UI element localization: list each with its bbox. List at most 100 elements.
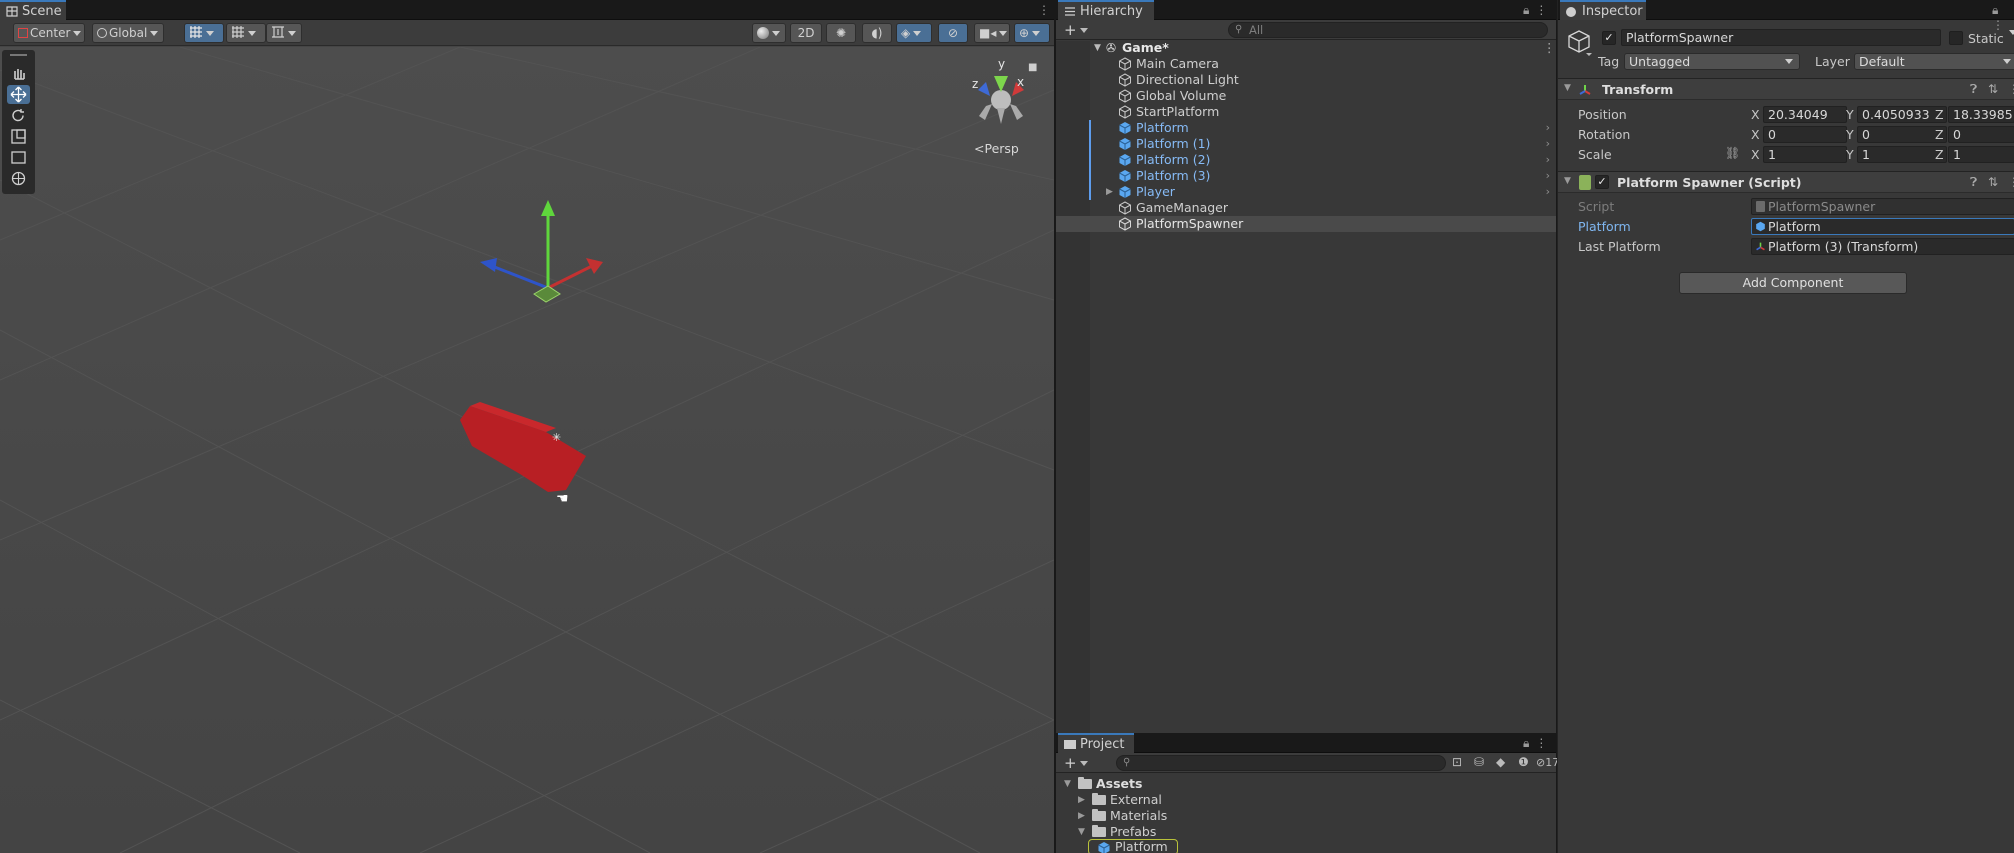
pivot-mode-dropdown[interactable]: Center: [13, 23, 85, 43]
tag-icon[interactable]: ◆: [1496, 755, 1505, 769]
scene-expand-arrow[interactable]: ▼: [1094, 40, 1101, 56]
collapse-arrow-icon[interactable]: ▼: [1564, 176, 1571, 186]
scene-menu-icon[interactable]: ⋮: [1543, 40, 1556, 56]
project-menu-icon[interactable]: ⋮: [1535, 736, 1553, 750]
hierarchy-search-input[interactable]: ⚲ All: [1228, 22, 1548, 38]
transform-header[interactable]: ▼ Transform ❓︎ ⇅ ⋮: [1558, 78, 2014, 100]
scale-z-field[interactable]: 1: [1948, 146, 2014, 163]
gizmos-dropdown[interactable]: ⊕: [1014, 23, 1050, 43]
add-component-button[interactable]: Add Component: [1679, 272, 1907, 294]
hand-tool-button[interactable]: [7, 64, 30, 83]
static-checkbox[interactable]: [1949, 31, 1963, 45]
chevron-right-icon[interactable]: ›: [1546, 184, 1550, 200]
rotation-z-field[interactable]: 0: [1948, 126, 2014, 143]
project-item-prefabs[interactable]: ▼ Prefabs: [1056, 824, 1356, 840]
chevron-right-icon[interactable]: ›: [1546, 120, 1550, 136]
expand-arrow-icon[interactable]: ▶: [1078, 792, 1085, 808]
chevron-right-icon[interactable]: ›: [1546, 136, 1550, 152]
move-tool-button[interactable]: [7, 85, 30, 104]
hierarchy-lock-menu[interactable]: 🔒︎⋮: [1523, 3, 1553, 18]
help-icon[interactable]: ❓︎: [1970, 82, 1977, 97]
scale-x-field[interactable]: 1: [1763, 146, 1847, 163]
lock-icon[interactable]: 🔒︎: [1992, 3, 2004, 17]
hierarchy-item-platform-1[interactable]: Platform (1) ›: [1056, 136, 1556, 152]
inspector-lock-menu[interactable]: 🔒︎⋮: [1992, 3, 2014, 32]
hierarchy-item-platform-2[interactable]: Platform (2) ›: [1056, 152, 1556, 168]
tab-hierarchy[interactable]: Hierarchy: [1058, 0, 1154, 20]
collapse-arrow-icon[interactable]: ▼: [1564, 83, 1571, 93]
hierarchy-item-global-volume[interactable]: Global Volume: [1056, 88, 1556, 104]
component-menu-icon[interactable]: ⋮: [2008, 175, 2014, 189]
hierarchy-item-directional-light[interactable]: Directional Light: [1056, 72, 1556, 88]
scene-visibility-toggle[interactable]: ⊘: [938, 23, 968, 43]
expand-arrow-icon[interactable]: ▶: [1078, 808, 1085, 824]
chevron-right-icon[interactable]: ›: [1546, 152, 1550, 168]
tools-drag-handle[interactable]: [10, 54, 27, 56]
hierarchy-menu-icon[interactable]: ⋮: [1535, 3, 1553, 17]
project-item-external[interactable]: ▶ External: [1056, 792, 1356, 808]
inspector-menu-icon[interactable]: ⋮: [1992, 18, 2010, 32]
tag-dropdown[interactable]: Untagged: [1624, 53, 1800, 70]
hierarchy-item-player[interactable]: ▶ Player ›: [1056, 184, 1556, 200]
spawner-enabled-checkbox[interactable]: ✓: [1595, 175, 1609, 189]
scene-viewport[interactable]: ✳ y x z ■ ☚: [0, 47, 1054, 853]
expand-arrow-icon[interactable]: ▼: [1064, 776, 1071, 792]
static-dropdown-caret[interactable]: [2009, 30, 2014, 35]
effects-dropdown[interactable]: ◈: [896, 23, 932, 43]
scale-tool-button[interactable]: [7, 127, 30, 146]
expand-arrow-icon[interactable]: ▶: [1106, 184, 1113, 200]
rect-tool-button[interactable]: [7, 148, 30, 167]
position-x-field[interactable]: 20.34049: [1763, 106, 1847, 123]
scene-root-row[interactable]: ▼ ✇ Game* ⋮: [1056, 40, 1556, 56]
platform-object-field[interactable]: Platform: [1751, 218, 2014, 235]
hierarchy-item-main-camera[interactable]: Main Camera: [1056, 56, 1556, 72]
lock-icon[interactable]: 🔒︎: [1523, 736, 1535, 750]
hidden-packages-toggle[interactable]: ⊘17: [1536, 756, 1559, 769]
gameobject-large-icon[interactable]: [1566, 28, 1596, 58]
grid-snapping-button[interactable]: [184, 23, 224, 43]
object-active-checkbox[interactable]: ✓: [1602, 31, 1616, 45]
position-z-field[interactable]: 18.33985: [1948, 106, 2014, 123]
lighting-toggle[interactable]: ✺: [826, 23, 856, 43]
platform-spawner-header[interactable]: ▼ ✓ Platform Spawner (Script) ❓︎ ⇅ ⋮: [1558, 171, 2014, 193]
preset-icon[interactable]: ⇅: [1988, 175, 1998, 189]
increment-snap-button[interactable]: [226, 23, 266, 43]
position-y-field[interactable]: 0.4050933: [1857, 106, 1947, 123]
shading-mode-dropdown[interactable]: [752, 23, 786, 43]
search-by-type-icon[interactable]: ⊡: [1452, 755, 1462, 769]
hierarchy-item-game-manager[interactable]: GameManager: [1056, 200, 1556, 216]
project-search-input[interactable]: ⚲: [1116, 755, 1446, 771]
object-name-field[interactable]: PlatformSpawner: [1621, 29, 1941, 46]
pivot-rotation-dropdown[interactable]: Global: [92, 23, 164, 43]
tab-scene[interactable]: Scene: [0, 0, 66, 20]
info-icon[interactable]: ❶: [1518, 755, 1529, 769]
rotation-y-field[interactable]: 0: [1857, 126, 1947, 143]
align-tools-button[interactable]: [266, 23, 302, 43]
hierarchy-item-platform-3[interactable]: Platform (3) ›: [1056, 168, 1556, 184]
gizmo-lock-icon[interactable]: ■: [1028, 62, 1037, 73]
expand-arrow-icon[interactable]: ▼: [1078, 824, 1085, 840]
component-menu-icon[interactable]: ⋮: [2008, 82, 2014, 96]
audio-toggle[interactable]: ◖): [862, 23, 892, 43]
hierarchy-item-platform-spawner[interactable]: PlatformSpawner: [1056, 216, 1556, 232]
project-create-button[interactable]: +: [1064, 754, 1088, 772]
scene-menu-icon[interactable]: ⋮: [1038, 3, 1056, 17]
layer-dropdown[interactable]: Default: [1854, 53, 2014, 70]
rotation-x-field[interactable]: 0: [1763, 126, 1847, 143]
search-by-label-icon[interactable]: ⛁: [1474, 755, 1484, 769]
persp-label[interactable]: <Persp: [974, 141, 1019, 156]
lock-icon[interactable]: 🔒︎: [1523, 3, 1535, 17]
last-platform-object-field[interactable]: Platform (3) (Transform): [1751, 238, 2014, 255]
preset-icon[interactable]: ⇅: [1988, 82, 1998, 96]
hierarchy-item-start-platform[interactable]: StartPlatform: [1056, 104, 1556, 120]
tab-inspector[interactable]: Inspector: [1560, 0, 1646, 20]
rotate-tool-button[interactable]: [7, 106, 30, 125]
project-lock-menu[interactable]: 🔒︎⋮: [1523, 736, 1553, 751]
help-icon[interactable]: ❓︎: [1970, 175, 1977, 190]
camera-settings-dropdown[interactable]: ■◂: [974, 23, 1010, 43]
toggle-2d-button[interactable]: 2D: [790, 23, 822, 43]
scale-y-field[interactable]: 1: [1857, 146, 1947, 163]
chevron-right-icon[interactable]: ›: [1546, 168, 1550, 184]
tab-project[interactable]: Project: [1058, 733, 1134, 753]
project-item-materials[interactable]: ▶ Materials: [1056, 808, 1356, 824]
